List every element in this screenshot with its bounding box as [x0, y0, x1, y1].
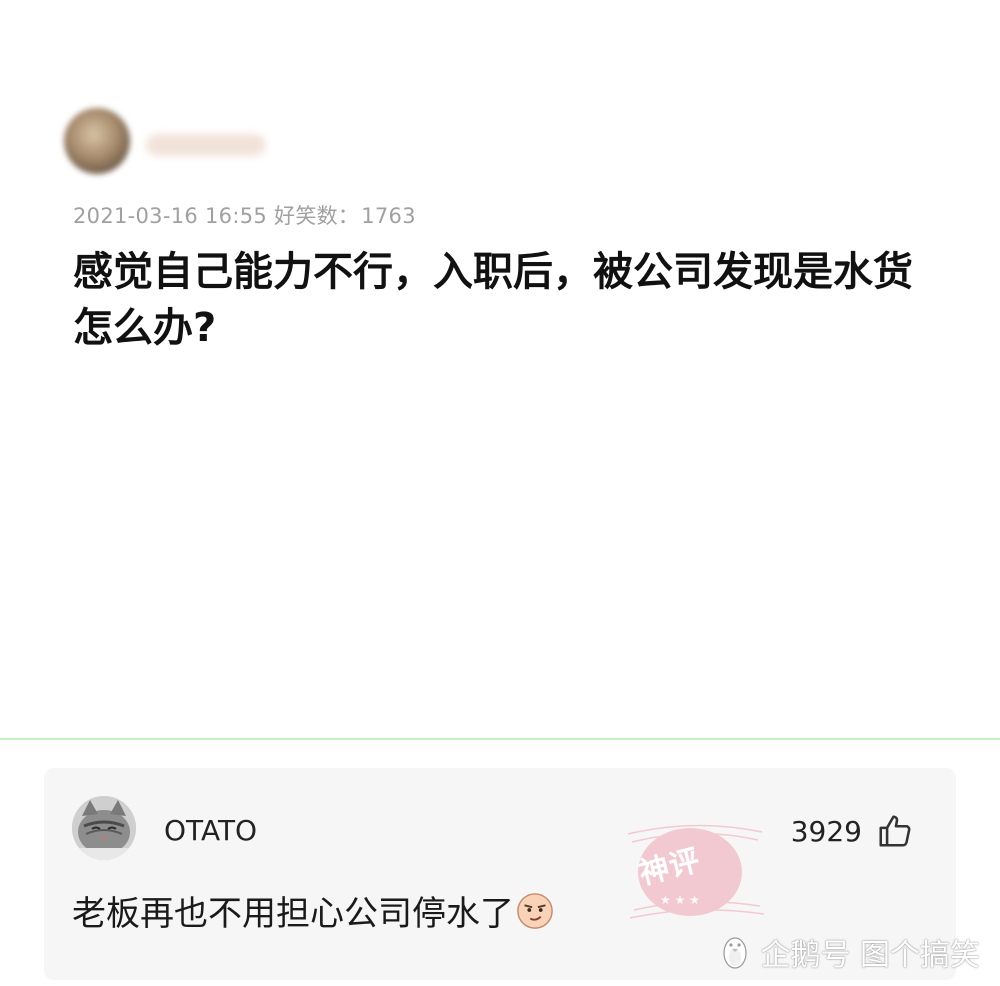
- score-value: 1763: [361, 204, 416, 228]
- watermark-text: 企鹅号 图个搞笑: [760, 938, 980, 973]
- watermark: 企鹅号 图个搞笑: [718, 930, 980, 974]
- commenter-username[interactable]: OTATO: [164, 814, 257, 847]
- score-label: 好笑数：: [274, 204, 360, 228]
- svg-text:★ ★ ★: ★ ★ ★: [660, 893, 700, 907]
- like-count: 3929: [790, 814, 862, 848]
- section-divider: [0, 738, 1000, 740]
- post-date: 2021-03-16 16:55: [73, 204, 268, 228]
- commenter-avatar[interactable]: [72, 796, 136, 860]
- author-name-blurred[interactable]: [146, 134, 266, 156]
- thumbs-up-icon[interactable]: [876, 812, 914, 850]
- post-meta: 2021-03-16 16:55 好笑数：1763: [73, 200, 416, 230]
- comment-text-row: 老板再也不用担心公司停水了: [72, 886, 554, 935]
- comment-text: 老板再也不用担心公司停水了: [72, 894, 514, 934]
- post-title: 感觉自己能力不行，入职后，被公司发现是水货怎么办?: [73, 249, 913, 351]
- post-section: 2021-03-16 16:55 好笑数：1763 感觉自己能力不行，入职后，被…: [0, 0, 1000, 738]
- smirk-face-icon: [517, 892, 553, 929]
- penguin-icon: [723, 937, 748, 969]
- author-avatar[interactable]: [64, 108, 130, 174]
- like-button[interactable]: 3929: [791, 812, 914, 850]
